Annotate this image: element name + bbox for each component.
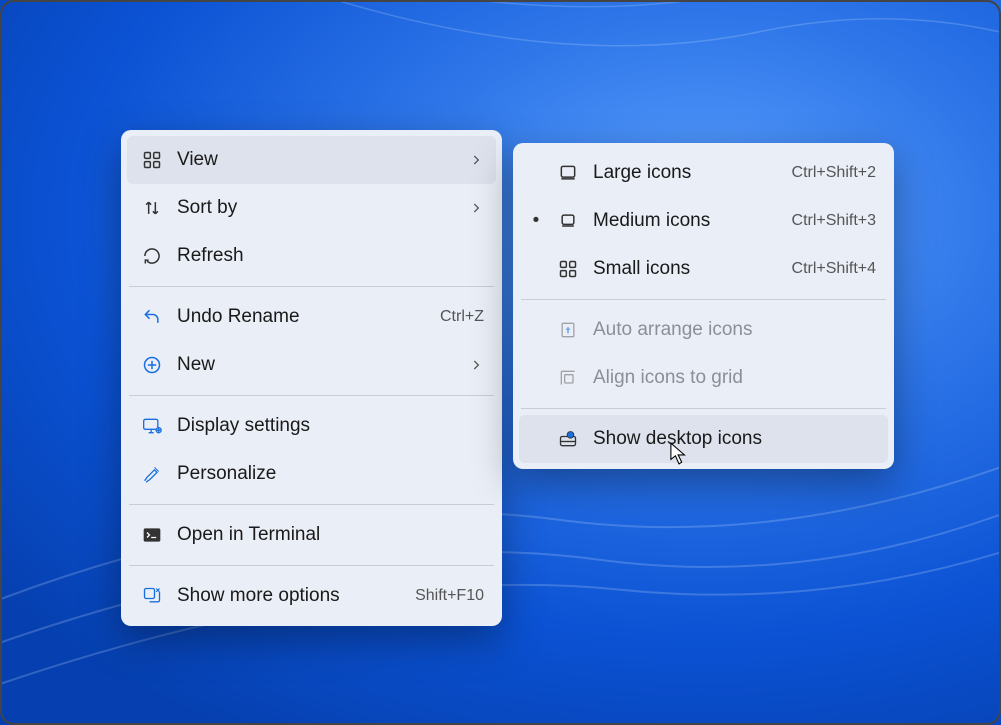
menu-item-display-settings[interactable]: Display settings bbox=[127, 402, 496, 450]
display-settings-icon bbox=[141, 415, 163, 437]
medium-icons-icon bbox=[557, 210, 579, 232]
menu-item-label: Align icons to grid bbox=[593, 367, 876, 389]
menu-item-new[interactable]: New bbox=[127, 341, 496, 389]
submenu-item-small-icons[interactable]: Small icons Ctrl+Shift+4 bbox=[519, 245, 888, 293]
menu-separator bbox=[521, 299, 886, 300]
submenu-item-large-icons[interactable]: Large icons Ctrl+Shift+2 bbox=[519, 149, 888, 197]
personalize-icon bbox=[141, 463, 163, 485]
menu-item-label: New bbox=[177, 354, 454, 376]
submenu-item-auto-arrange[interactable]: Auto arrange icons bbox=[519, 306, 888, 354]
menu-item-label: Auto arrange icons bbox=[593, 319, 876, 341]
menu-separator bbox=[521, 408, 886, 409]
menu-item-label: Show desktop icons bbox=[593, 428, 876, 450]
menu-item-personalize[interactable]: Personalize bbox=[127, 450, 496, 498]
menu-item-label: Undo Rename bbox=[177, 306, 426, 328]
submenu-item-show-desktop-icons[interactable]: Show desktop icons bbox=[519, 415, 888, 463]
menu-separator bbox=[129, 286, 494, 287]
undo-icon bbox=[141, 306, 163, 328]
menu-item-label: Sort by bbox=[177, 197, 454, 219]
radio-indicator-selected: • bbox=[529, 210, 543, 232]
menu-item-accel: Shift+F10 bbox=[415, 587, 484, 605]
refresh-icon bbox=[141, 245, 163, 267]
menu-item-refresh[interactable]: Refresh bbox=[127, 232, 496, 280]
menu-item-undo-rename[interactable]: Undo Rename Ctrl+Z bbox=[127, 293, 496, 341]
menu-item-open-terminal[interactable]: Open in Terminal bbox=[127, 511, 496, 559]
sort-icon bbox=[141, 197, 163, 219]
align-grid-icon bbox=[557, 367, 579, 389]
terminal-icon bbox=[141, 524, 163, 546]
menu-separator bbox=[129, 504, 494, 505]
more-options-icon bbox=[141, 585, 163, 607]
view-icon bbox=[141, 149, 163, 171]
chevron-right-icon bbox=[468, 153, 484, 167]
menu-item-label: Open in Terminal bbox=[177, 524, 484, 546]
menu-item-more-options[interactable]: Show more options Shift+F10 bbox=[127, 572, 496, 620]
menu-item-label: Personalize bbox=[177, 463, 484, 485]
menu-item-label: Medium icons bbox=[593, 210, 778, 232]
menu-separator bbox=[129, 565, 494, 566]
view-submenu: Large icons Ctrl+Shift+2 • Medium icons … bbox=[513, 143, 894, 469]
desktop-context-menu: View Sort by Refresh Undo Rena bbox=[121, 130, 502, 626]
menu-item-label: Refresh bbox=[177, 245, 484, 267]
auto-arrange-icon bbox=[557, 319, 579, 341]
chevron-right-icon bbox=[468, 358, 484, 372]
menu-item-accel: Ctrl+Z bbox=[440, 308, 484, 326]
menu-item-accel: Ctrl+Shift+2 bbox=[792, 164, 876, 182]
menu-item-label: Large icons bbox=[593, 162, 778, 184]
menu-item-accel: Ctrl+Shift+4 bbox=[792, 260, 876, 278]
desktop-icons-icon bbox=[557, 428, 579, 450]
menu-item-label: Small icons bbox=[593, 258, 778, 280]
large-icons-icon bbox=[557, 162, 579, 184]
menu-separator bbox=[129, 395, 494, 396]
menu-item-label: View bbox=[177, 149, 454, 171]
submenu-item-align-grid[interactable]: Align icons to grid bbox=[519, 354, 888, 402]
menu-item-label: Display settings bbox=[177, 415, 484, 437]
menu-item-sort-by[interactable]: Sort by bbox=[127, 184, 496, 232]
new-icon bbox=[141, 354, 163, 376]
submenu-item-medium-icons[interactable]: • Medium icons Ctrl+Shift+3 bbox=[519, 197, 888, 245]
menu-item-label: Show more options bbox=[177, 585, 401, 607]
small-icons-icon bbox=[557, 258, 579, 280]
menu-item-view[interactable]: View bbox=[127, 136, 496, 184]
chevron-right-icon bbox=[468, 201, 484, 215]
menu-item-accel: Ctrl+Shift+3 bbox=[792, 212, 876, 230]
